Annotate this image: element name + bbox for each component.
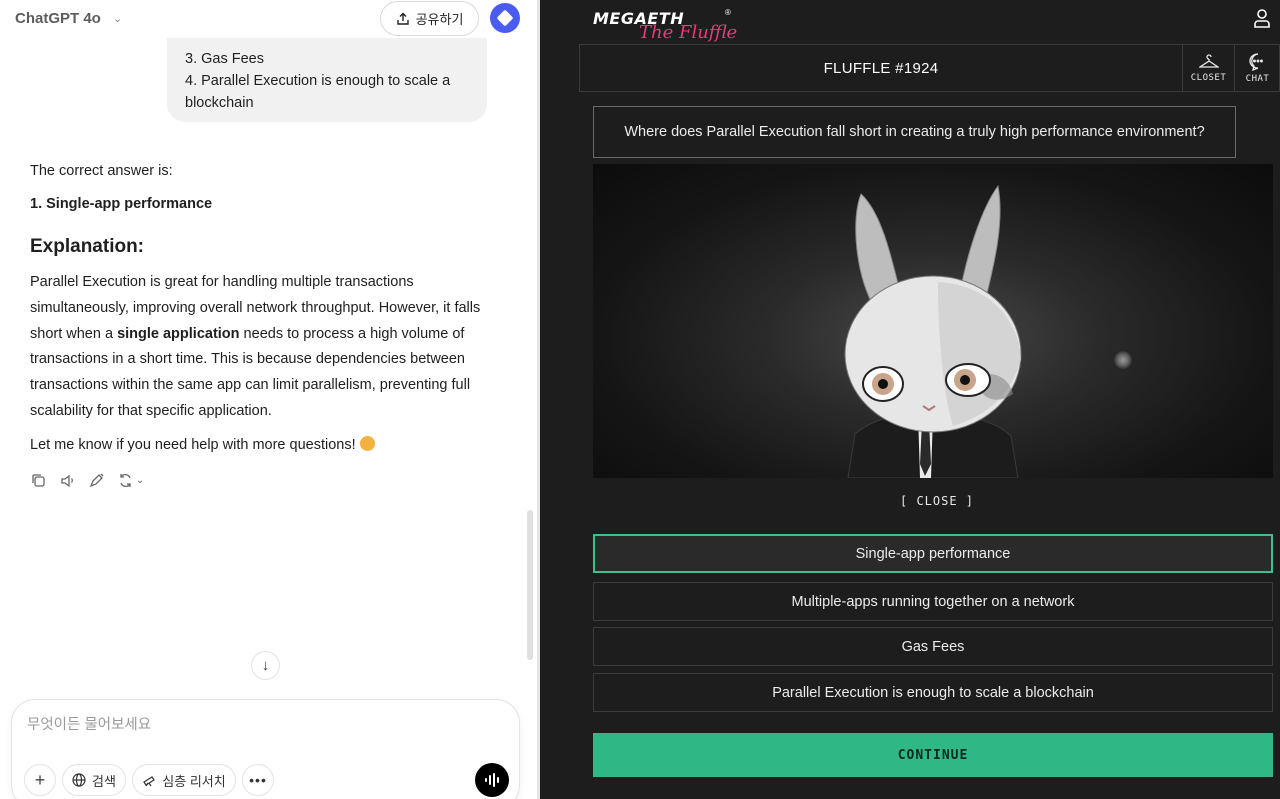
- chat-header: ChatGPT 4o ⌄ 공유하기: [0, 0, 538, 38]
- smile-emoji-icon: [359, 436, 375, 451]
- user-message-line: blockchain: [185, 95, 254, 111]
- answer-correct: 1. Single-app performance: [30, 196, 213, 212]
- answer-option[interactable]: Multiple-apps running together on a netw…: [593, 582, 1273, 621]
- user-message-line: 3. Gas Fees: [185, 51, 264, 67]
- voice-mode-button[interactable]: [475, 763, 509, 797]
- logo-sub-text: The Fluffle: [639, 22, 738, 43]
- telescope-icon: [143, 776, 156, 787]
- search-button[interactable]: 검색: [62, 764, 126, 796]
- answer-intro: The correct answer is:: [30, 163, 173, 179]
- arrow-down-icon: ↓: [261, 657, 270, 674]
- avatar[interactable]: [490, 3, 520, 33]
- user-message-bubble: 3. Gas Fees 4. Parallel Execution is eno…: [167, 38, 487, 122]
- deep-research-label: 심층 리서치: [162, 773, 226, 789]
- close-button[interactable]: [ CLOSE ]: [900, 494, 974, 508]
- chat-bubble-icon: [1248, 52, 1263, 71]
- closet-label: CLOSET: [1190, 72, 1227, 83]
- regenerate-icon[interactable]: [117, 472, 134, 489]
- chevron-down-icon[interactable]: ⌄: [113, 12, 122, 25]
- cursor-indicator: [1114, 351, 1132, 369]
- read-aloud-icon[interactable]: [59, 472, 76, 489]
- message-actions: ⌄: [30, 472, 144, 489]
- quiz-question: Where does Parallel Execution fall short…: [593, 106, 1236, 158]
- closing-line: Let me know if you need help with more q…: [30, 436, 375, 453]
- fluffle-pane: MEGAETH ® The Fluffle FLUFFLE #1924 CLOS…: [540, 0, 1280, 799]
- share-label: 공유하기: [415, 12, 464, 27]
- chat-button[interactable]: CHAT: [1234, 45, 1280, 91]
- share-button[interactable]: 공유하기: [380, 1, 479, 36]
- deep-research-button[interactable]: 심층 리서치: [132, 764, 236, 796]
- copy-icon[interactable]: [30, 472, 47, 489]
- voice-waveform-icon: [485, 773, 499, 787]
- closet-button[interactable]: CLOSET: [1182, 45, 1234, 91]
- explanation-bold: single application: [117, 325, 240, 342]
- edit-icon[interactable]: [88, 472, 105, 489]
- diamond-icon: [496, 9, 514, 27]
- search-label: 검색: [92, 773, 116, 789]
- answer-option[interactable]: Gas Fees: [593, 627, 1273, 666]
- plus-icon: +: [34, 769, 46, 790]
- hanger-icon: [1198, 53, 1219, 68]
- bunny-illustration: [844, 184, 1022, 478]
- answer-option[interactable]: Parallel Execution is enough to scale a …: [593, 673, 1273, 712]
- more-icon: •••: [249, 772, 267, 788]
- scrollbar[interactable]: [527, 510, 533, 660]
- message-composer[interactable]: 무엇이든 물어보세요 + 검색 심층 리서치 •••: [11, 699, 520, 799]
- chat-label: CHAT: [1245, 73, 1270, 84]
- more-button[interactable]: •••: [242, 764, 274, 796]
- closing-text: Let me know if you need help with more q…: [30, 437, 356, 453]
- scroll-down-button[interactable]: ↓: [251, 651, 280, 680]
- chatgpt-pane: ChatGPT 4o ⌄ 공유하기 3. Gas Fees 4. Paralle…: [0, 0, 538, 799]
- fluffle-header: FLUFFLE #1924 CLOSET CHAT: [579, 44, 1280, 92]
- chevron-down-icon[interactable]: ⌄: [136, 472, 144, 489]
- globe-icon: [72, 773, 86, 787]
- share-icon: [396, 12, 409, 25]
- attach-button[interactable]: +: [24, 764, 56, 796]
- continue-button[interactable]: CONTINUE: [593, 733, 1273, 777]
- megaeth-logo[interactable]: MEGAETH ® The Fluffle: [593, 8, 738, 45]
- user-message-line: 4. Parallel Execution is enough to scale…: [185, 73, 451, 89]
- registered-mark: ®: [725, 8, 731, 17]
- composer-placeholder[interactable]: 무엇이든 물어보세요: [27, 713, 151, 734]
- fluffle-character-image: [593, 164, 1273, 478]
- answer-option[interactable]: Single-app performance: [593, 534, 1273, 573]
- explanation-paragraph: Parallel Execution is great for handling…: [30, 270, 485, 425]
- explanation-heading: Explanation:: [30, 236, 145, 257]
- model-selector[interactable]: ChatGPT 4o: [15, 10, 101, 27]
- fluffle-title: FLUFFLE #1924: [823, 59, 939, 77]
- user-icon[interactable]: [1253, 8, 1271, 28]
